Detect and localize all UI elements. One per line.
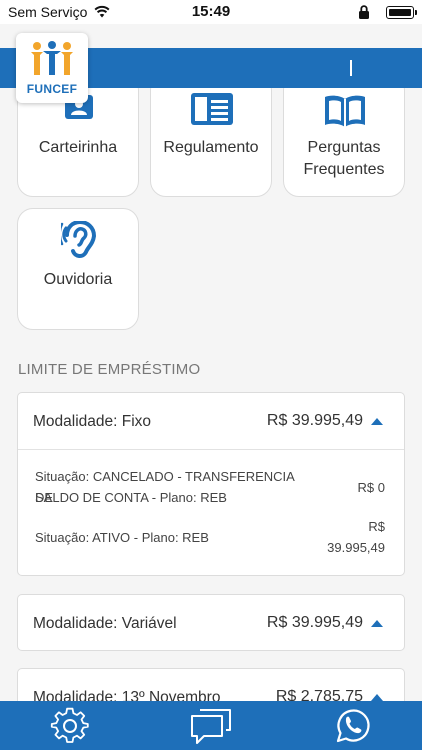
caret-up-icon[interactable]: [371, 620, 383, 627]
loan-card-variavel[interactable]: Modalidade: Variável R$ 39.995,49: [17, 594, 405, 651]
rotation-lock-icon: [359, 5, 369, 19]
settings-button[interactable]: [48, 705, 92, 747]
tile-label-line2: Frequentes: [303, 161, 385, 178]
card-amount: R$ 39.995,49: [266, 412, 363, 429]
row-status-line1: Situação: ATIVO - Plano: REB: [35, 530, 209, 545]
document-icon: [191, 93, 233, 125]
whatsapp-icon: [336, 709, 370, 743]
status-bar: Sem Serviço 15:49: [0, 0, 422, 24]
gear-icon: [50, 707, 89, 743]
card-amount: R$ 39.995,49: [266, 614, 363, 631]
header-marker: [350, 60, 352, 76]
tile-perguntas-frequentes[interactable]: Perguntas Frequentes: [283, 74, 405, 197]
whatsapp-button[interactable]: [330, 705, 374, 747]
logo-text: FUNCEF: [26, 82, 78, 96]
tile-label: Regulamento: [163, 139, 259, 156]
app-screen: Sem Serviço 15:49 FUNCEF Carteirinha Reg…: [0, 0, 422, 750]
bottom-nav: [0, 701, 422, 750]
battery-icon: [386, 6, 417, 19]
tile-label: Ouvidoria: [43, 271, 113, 288]
row-value-line1: R$: [368, 519, 385, 534]
row-status-line2: SALDO DE CONTA - Plano: REB: [35, 490, 227, 505]
card-header[interactable]: Modalidade: Fixo R$ 39.995,49: [18, 393, 404, 449]
ear-icon: [61, 221, 97, 258]
list-item: Situação: CANCELADO - TRANSFERENCIA DE S…: [35, 466, 385, 510]
open-book-icon: [325, 95, 365, 127]
section-title: LIMITE DE EMPRÉSTIMO: [18, 361, 201, 378]
tile-label-line1: Perguntas: [307, 139, 381, 156]
card-body: Situação: CANCELADO - TRANSFERENCIA DE S…: [18, 449, 404, 576]
funcef-logo[interactable]: FUNCEF: [16, 33, 88, 103]
row-value-line2: 39.995,49: [327, 540, 385, 555]
tile-ouvidoria[interactable]: Ouvidoria: [17, 208, 139, 330]
loan-card-fixo: Modalidade: Fixo R$ 39.995,49 Situação: …: [17, 392, 405, 576]
tile-label: Carteirinha: [38, 139, 118, 156]
chat-icon: [191, 709, 231, 744]
chat-button[interactable]: [189, 705, 233, 747]
row-value: R$ 0: [357, 480, 385, 495]
card-header[interactable]: Modalidade: Variável R$ 39.995,49: [18, 595, 404, 651]
logo-figures-icon: [31, 41, 73, 75]
card-title: Modalidade: Variável: [33, 615, 177, 632]
tile-regulamento[interactable]: Regulamento: [150, 74, 272, 197]
caret-up-icon[interactable]: [371, 694, 383, 701]
card-title: Modalidade: Fixo: [33, 413, 152, 430]
list-item: Situação: ATIVO - Plano: REB R$ 39.995,4…: [35, 516, 385, 560]
caret-up-icon[interactable]: [371, 418, 383, 425]
